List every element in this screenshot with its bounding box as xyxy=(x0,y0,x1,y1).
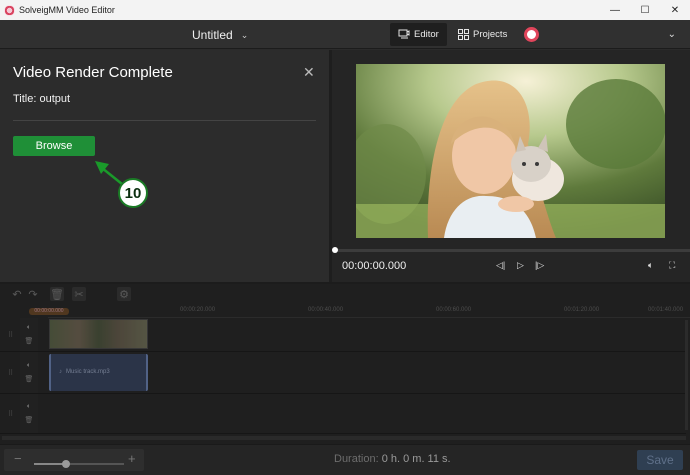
scrubber-handle[interactable] xyxy=(332,247,338,253)
maximize-button[interactable]: ☐ xyxy=(630,0,660,20)
duration-value: 0 h. 0 m. 11 s. xyxy=(381,453,451,465)
timeline: ↶ ↷ 🗑︎ ✂ ⚙ 00:00:20.000 00:00:40.000 00:… xyxy=(0,284,690,444)
tab-projects[interactable]: Projects xyxy=(450,23,515,46)
chevron-down-icon: ⌄ xyxy=(240,29,249,40)
panel-title: Video Render Complete xyxy=(13,64,173,81)
zoom-slider-fill xyxy=(34,463,66,465)
tab-editor-label: Editor xyxy=(414,29,439,40)
current-timecode: 00:00:00.000 xyxy=(342,260,407,272)
divider xyxy=(13,120,316,121)
bottom-bar: − + Duration: 0 h. 0 m. 11 s. Save xyxy=(0,444,690,475)
save-button[interactable]: Save xyxy=(637,450,683,470)
video-frame-image xyxy=(356,64,665,238)
close-window-button[interactable]: ✕ xyxy=(660,0,690,20)
app-logo-icon xyxy=(4,4,15,16)
fullscreen-icon[interactable]: ⛶ xyxy=(669,260,675,271)
menu-chevron-icon[interactable]: ⌄ xyxy=(668,29,676,40)
step-arrow-icon xyxy=(95,161,123,185)
step-number-badge: 10 xyxy=(118,178,148,208)
tab-editor[interactable]: Editor xyxy=(390,23,447,46)
zoom-slider-handle[interactable] xyxy=(61,460,70,468)
grid-icon xyxy=(458,29,469,40)
minimize-button[interactable]: — xyxy=(600,0,630,20)
window-titlebar: SolveigMM Video Editor — ☐ ✕ xyxy=(0,0,690,20)
app-header: Untitled ⌄ Editor Projects ⌄ xyxy=(0,20,690,49)
duration-label: Duration: xyxy=(334,453,379,465)
tab-projects-label: Projects xyxy=(473,29,508,40)
output-title-label: Title: output xyxy=(13,93,71,105)
timeline-disabled-overlay xyxy=(0,284,690,444)
zoom-out-icon[interactable]: − xyxy=(14,451,22,466)
project-title: Untitled xyxy=(192,28,233,42)
editor-icon xyxy=(398,29,410,39)
render-complete-panel: Video Render Complete ✕ Title: output Br… xyxy=(0,50,329,282)
account-avatar-icon[interactable] xyxy=(524,27,539,42)
duration-display: Duration: 0 h. 0 m. 11 s. xyxy=(334,453,451,465)
playback-scrubber[interactable] xyxy=(332,249,690,252)
zoom-in-icon[interactable]: + xyxy=(128,451,136,466)
play-icon[interactable]: ▷ xyxy=(517,260,524,271)
zoom-control: − + xyxy=(4,449,144,471)
project-title-dropdown[interactable]: Untitled ⌄ xyxy=(192,28,248,42)
browse-button[interactable]: Browse xyxy=(13,136,95,156)
next-frame-icon[interactable]: |▷ xyxy=(535,260,544,271)
window-title: SolveigMM Video Editor xyxy=(19,5,115,15)
zoom-slider[interactable] xyxy=(34,460,124,468)
volume-icon[interactable]: 🔈︎ xyxy=(648,260,653,271)
previous-frame-icon[interactable]: ◁| xyxy=(496,260,505,271)
video-preview: 00:00:00.000 ◁| ▷ |▷ 🔈︎ ⛶ xyxy=(332,50,690,282)
close-icon[interactable]: ✕ xyxy=(303,64,315,81)
